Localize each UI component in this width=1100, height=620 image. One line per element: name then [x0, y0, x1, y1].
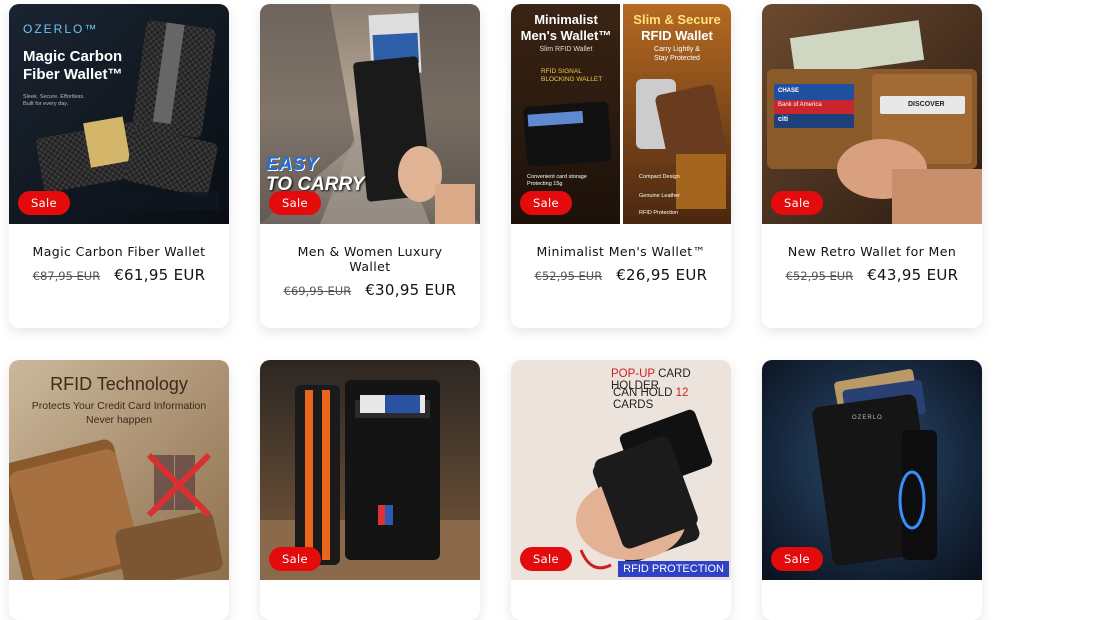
image-feature-3: Compact Design [639, 174, 680, 180]
product-card[interactable]: Minimalist Men's Wallet™ Slim RFID Walle… [511, 4, 731, 328]
image-headline-1: RFID Technology [50, 374, 188, 394]
compare-at-price: €52,95 EUR [785, 269, 854, 283]
image-headline-2b: 12 [675, 387, 689, 399]
sale-price: €61,95 EUR [114, 266, 206, 284]
sale-price: €26,95 EUR [616, 266, 708, 284]
image-feature-2: Protecting 15g [527, 181, 563, 187]
product-image[interactable]: Minimalist Men's Wallet™ Slim RFID Walle… [511, 4, 731, 224]
product-title[interactable]: New Retro Wallet for Men [772, 244, 972, 259]
product-image[interactable]: OZERLO Sale [762, 360, 982, 580]
sale-price: €43,95 EUR [867, 266, 959, 284]
image-rfid-1: RFID SIGNAL [541, 68, 582, 75]
image-tagline-2: Built for every day. [23, 101, 69, 107]
compare-at-price: €87,95 EUR [32, 269, 101, 283]
product-card[interactable]: Sale [260, 360, 480, 620]
price-row: €52,95 EUR €43,95 EUR [772, 266, 972, 284]
product-image[interactable]: Sale [260, 360, 480, 580]
sale-badge: Sale [520, 191, 572, 215]
image-headline-3: Slim & Secure [633, 12, 721, 27]
image-tagline-1: Sleek. Secure. Effortless. [23, 94, 85, 100]
sale-badge: Sale [18, 191, 70, 215]
image-brand-text: OZERLO [852, 415, 883, 421]
product-card[interactable]: RFID Technology Protects Your Credit Car… [9, 360, 229, 620]
product-image[interactable]: POP-UP CARD HOLDER CAN HOLD 12 CARDS RFI… [511, 360, 731, 580]
image-headline-2a: CAN HOLD [613, 387, 676, 399]
product-title[interactable]: Men & Women Luxury Wallet [290, 244, 450, 274]
product-info: Minimalist Men's Wallet™ €52,95 EUR €26,… [511, 224, 731, 298]
product-image[interactable]: RFID Technology Protects Your Credit Car… [9, 360, 229, 580]
image-footer-label: RFID PROTECTION [618, 561, 729, 577]
product-info: Magic Carbon Fiber Wallet €87,95 EUR €61… [9, 224, 229, 298]
product-card[interactable]: EASY TO CARRY Sale Men & Women Luxury Wa… [260, 4, 480, 328]
product-info: Men & Women Luxury Wallet €69,95 EUR €30… [260, 224, 480, 313]
image-headline-1a: POP-UP [611, 368, 655, 380]
image-subtitle: Slim RFID Wallet [539, 46, 593, 53]
image-headline-1: EASY [266, 154, 318, 175]
product-title[interactable]: Magic Carbon Fiber Wallet [19, 244, 219, 259]
product-card[interactable]: OZERLO™ Magic Carbon Fiber Wallet™ Sleek… [9, 4, 229, 328]
product-info: New Retro Wallet for Men €52,95 EUR €43,… [762, 224, 982, 298]
product-card[interactable]: OZERLO Sale [762, 360, 982, 620]
image-headline-3: Never happen [86, 414, 152, 426]
image-headline-2: CAN HOLD 12 CARDS [613, 387, 731, 411]
image-headline-1: Minimalist [534, 12, 598, 27]
sale-badge: Sale [771, 547, 823, 571]
image-headline-2c: CARDS [613, 399, 654, 411]
image-headline-2: Fiber Wallet™ [23, 66, 123, 83]
image-card-1: CHASE [778, 88, 800, 94]
product-image[interactable]: OZERLO™ Magic Carbon Fiber Wallet™ Sleek… [9, 4, 229, 224]
product-image[interactable]: CHASE Bank of America citi DISCOVER Sale [762, 4, 982, 224]
image-headline-4: RFID Wallet [641, 28, 713, 43]
product-image[interactable]: EASY TO CARRY Sale [260, 4, 480, 224]
compare-at-price: €52,95 EUR [534, 269, 603, 283]
image-card-4: DISCOVER [908, 101, 945, 108]
image-subtitle-2: Carry Lightly & [654, 46, 700, 53]
image-feature-4: Genuine Leather [639, 193, 680, 199]
image-feature-1: Convenient card storage [527, 174, 587, 180]
price-row: €52,95 EUR €26,95 EUR [521, 266, 721, 284]
image-headline-2: Men's Wallet™ [520, 28, 612, 43]
sale-badge: Sale [771, 191, 823, 215]
price-row: €69,95 EUR €30,95 EUR [270, 281, 470, 299]
sale-badge: Sale [520, 547, 572, 571]
product-card[interactable]: POP-UP CARD HOLDER CAN HOLD 12 CARDS RFI… [511, 360, 731, 620]
sale-badge: Sale [269, 191, 321, 215]
image-headline-1: Magic Carbon [23, 48, 123, 65]
image-card-3: citi [778, 116, 789, 123]
image-subtitle-3: Stay Protected [654, 55, 700, 62]
price-row: €87,95 EUR €61,95 EUR [19, 266, 219, 284]
image-headline-2: Protects Your Credit Card Information [31, 400, 207, 412]
compare-at-price: €69,95 EUR [283, 284, 352, 298]
sale-badge: Sale [269, 547, 321, 571]
sale-price: €30,95 EUR [365, 281, 457, 299]
image-brand-text: OZERLO™ [23, 22, 99, 36]
image-rfid-2: BLOCKING WALLET [541, 76, 603, 83]
image-card-2: Bank of America [778, 102, 822, 108]
product-title[interactable]: Minimalist Men's Wallet™ [521, 244, 721, 259]
product-card[interactable]: CHASE Bank of America citi DISCOVER Sale… [762, 4, 982, 328]
image-feature-5: RFID Protection [639, 210, 679, 216]
